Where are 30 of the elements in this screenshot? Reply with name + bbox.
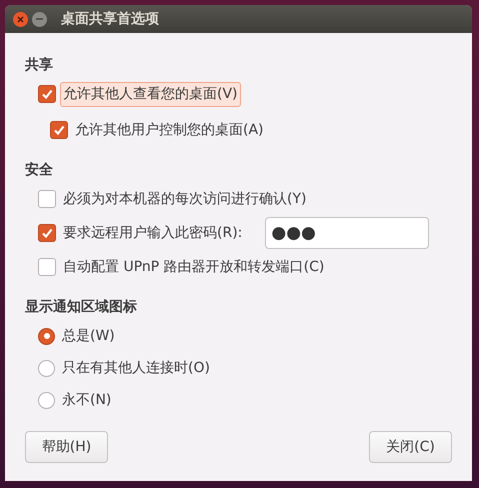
option-label: 必须为对本机器的每次访问进行确认(Y)	[62, 190, 308, 208]
check-icon	[53, 124, 65, 136]
close-icon	[17, 16, 24, 22]
password-field[interactable]: ●●●	[265, 217, 430, 249]
option-label: 自动配置 UPnP 路由器开放和转发端口(C)	[62, 258, 326, 276]
minimize-icon	[36, 18, 43, 20]
option-label: 要求远程用户输入此密码(R):	[62, 224, 244, 242]
option-label: 只在有其他人连接时(O)	[61, 358, 211, 378]
window-title: 桌面共享首选项	[61, 10, 159, 28]
minimize-button[interactable]	[32, 12, 47, 26]
radio-button[interactable]	[38, 360, 55, 376]
section-heading: 显示通知区域图标	[25, 298, 138, 317]
check-icon	[41, 88, 53, 100]
checkbox[interactable]	[50, 121, 68, 139]
radio-button[interactable]	[38, 328, 55, 344]
section-heading: 安全	[25, 160, 54, 180]
checkbox[interactable]	[38, 224, 56, 242]
checkbox[interactable]	[38, 190, 56, 208]
option-label: 永不(N)	[61, 390, 112, 410]
dialog-button[interactable]: 关闭(C)	[369, 431, 452, 463]
option-label: 允许其他用户控制您的桌面(A)	[74, 120, 265, 140]
close-button[interactable]	[13, 12, 28, 26]
radio-button[interactable]	[38, 392, 55, 408]
check-icon	[41, 227, 53, 239]
dialog-button[interactable]: 帮助(H)	[25, 431, 108, 463]
option-label: 总是(W)	[61, 326, 116, 346]
checkbox[interactable]	[38, 85, 56, 103]
checkbox[interactable]	[38, 258, 56, 276]
option-label: 允许其他人查看您的桌面(V)	[60, 82, 241, 106]
section-heading: 共享	[25, 56, 54, 75]
